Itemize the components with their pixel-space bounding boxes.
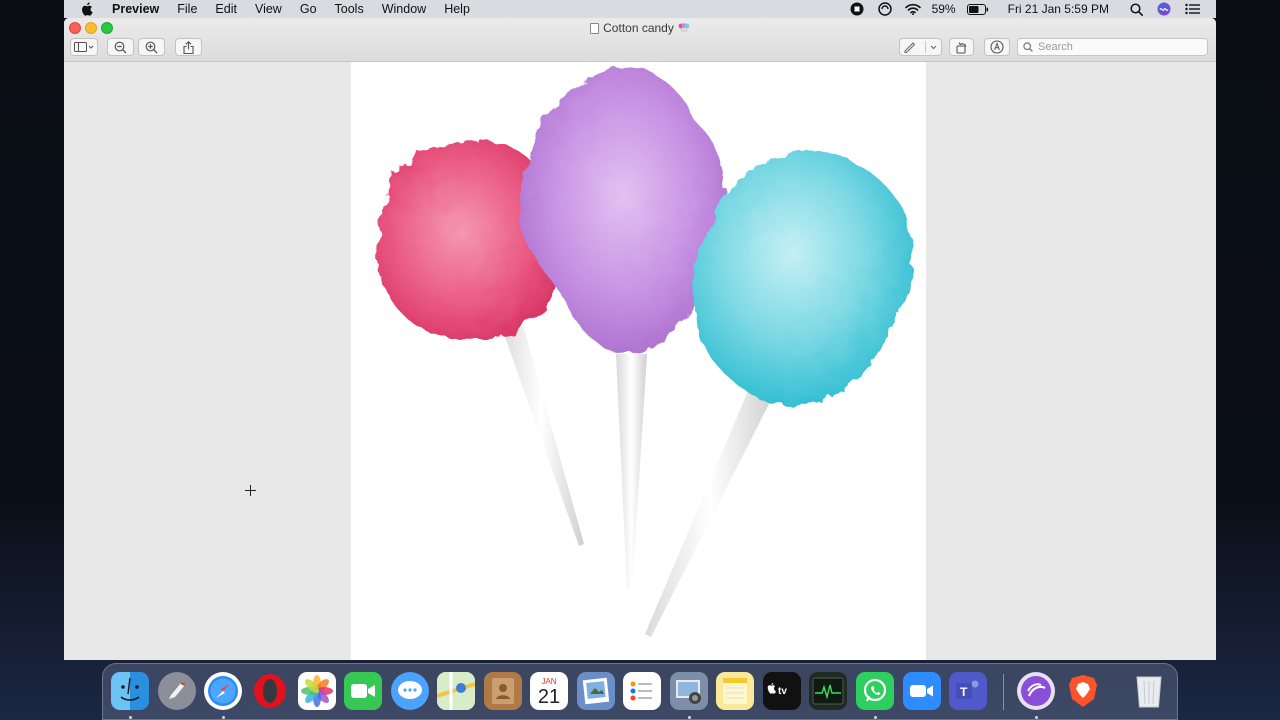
pink-cone: [499, 318, 584, 546]
vpn-icon[interactable]: [877, 2, 893, 16]
markup-pen-button[interactable]: [899, 38, 942, 56]
finder-running-indicator: [129, 716, 132, 719]
wifi-icon[interactable]: [904, 2, 921, 16]
svg-text:tv: tv: [778, 686, 787, 697]
search-field[interactable]: [1017, 38, 1208, 56]
apple-tv-icon[interactable]: tv: [763, 672, 801, 710]
maps-icon[interactable]: [437, 672, 475, 710]
activity-monitor-icon[interactable]: [809, 672, 847, 710]
whatsapp-icon[interactable]: [856, 672, 894, 710]
screen-record-icon[interactable]: [849, 2, 865, 16]
image-capture-running-indicator: [688, 716, 691, 719]
cotton-candy-illustration: [378, 66, 913, 637]
menu-window[interactable]: Window: [373, 0, 435, 18]
menu-app-preview[interactable]: Preview: [108, 0, 168, 18]
spotlight-search-icon[interactable]: [1128, 2, 1144, 16]
whatsapp-running-indicator: [874, 716, 877, 719]
safari-icon[interactable]: [204, 672, 242, 710]
contacts-icon[interactable]: [484, 672, 522, 710]
menu-edit[interactable]: Edit: [206, 0, 246, 18]
search-icon: [1023, 40, 1033, 55]
teams-icon[interactable]: T: [949, 672, 987, 710]
search-input[interactable]: [1038, 41, 1198, 53]
sidebar-toggle-button[interactable]: [70, 38, 98, 56]
crosshair-cursor-icon: [245, 485, 256, 496]
trash-icon[interactable]: [1130, 672, 1168, 710]
document-view[interactable]: [64, 62, 1216, 660]
finder-icon[interactable]: [111, 672, 149, 710]
calendar-icon[interactable]: JAN 21: [530, 672, 568, 710]
dock-separator: [1003, 674, 1004, 710]
blue-cone: [645, 384, 775, 637]
photos-icon[interactable]: [298, 672, 336, 710]
siri-icon[interactable]: [1156, 2, 1172, 16]
zoom-in-button[interactable]: [138, 38, 165, 56]
launchpad-icon[interactable]: [158, 672, 196, 710]
messages-icon[interactable]: [391, 672, 429, 710]
reminders-icon[interactable]: [623, 672, 661, 710]
zoom-icon[interactable]: [903, 672, 941, 710]
notification-center-icon[interactable]: [1184, 2, 1200, 16]
safari-running-indicator: [222, 716, 225, 719]
preview-icon[interactable]: [577, 672, 615, 710]
menu-help[interactable]: Help: [435, 0, 479, 18]
menu-go[interactable]: Go: [291, 0, 326, 18]
cotton-candy-thumbnail-icon: [678, 21, 690, 35]
calendar-day: 21: [537, 685, 561, 708]
opera-icon[interactable]: [251, 672, 289, 710]
battery-icon[interactable]: [966, 2, 989, 16]
dock: JAN 21 tv T: [102, 663, 1178, 720]
markup-toolbar-button[interactable]: [984, 38, 1010, 56]
notes-icon[interactable]: [716, 672, 754, 710]
window-titlebar[interactable]: Cotton candy: [64, 18, 1216, 62]
document-icon: [590, 22, 600, 34]
menu-tools[interactable]: Tools: [326, 0, 373, 18]
share-button[interactable]: [175, 38, 202, 56]
cotton-candy-image[interactable]: [351, 62, 926, 660]
menu-file[interactable]: File: [168, 0, 206, 18]
zoom-out-button[interactable]: [107, 38, 134, 56]
window-title: Cotton candy: [64, 20, 1216, 36]
battery-percent: 59%: [931, 2, 956, 16]
rotate-button[interactable]: [949, 38, 974, 56]
menu-bar: Preview File Edit View Go Tools Window H…: [64, 0, 1216, 18]
status-area: 59% Fri 21 Jan 5:59 PM: [843, 2, 1216, 16]
image-capture-icon[interactable]: [670, 672, 708, 710]
svg-text:T: T: [960, 685, 968, 699]
window-title-text: Cotton candy: [603, 21, 674, 35]
preview-window: Cotton candy: [64, 18, 1216, 660]
bittorrent-icon[interactable]: [1017, 672, 1055, 710]
clock[interactable]: Fri 21 Jan 5:59 PM: [1003, 2, 1114, 16]
purple-cone: [616, 354, 647, 590]
bittorrent-running-indicator: [1035, 716, 1038, 719]
facetime-icon[interactable]: [344, 672, 382, 710]
calendar-month: JAN: [541, 676, 557, 686]
brave-icon[interactable]: [1064, 672, 1102, 710]
apple-menu-icon[interactable]: [80, 2, 94, 16]
menu-view[interactable]: View: [246, 0, 291, 18]
